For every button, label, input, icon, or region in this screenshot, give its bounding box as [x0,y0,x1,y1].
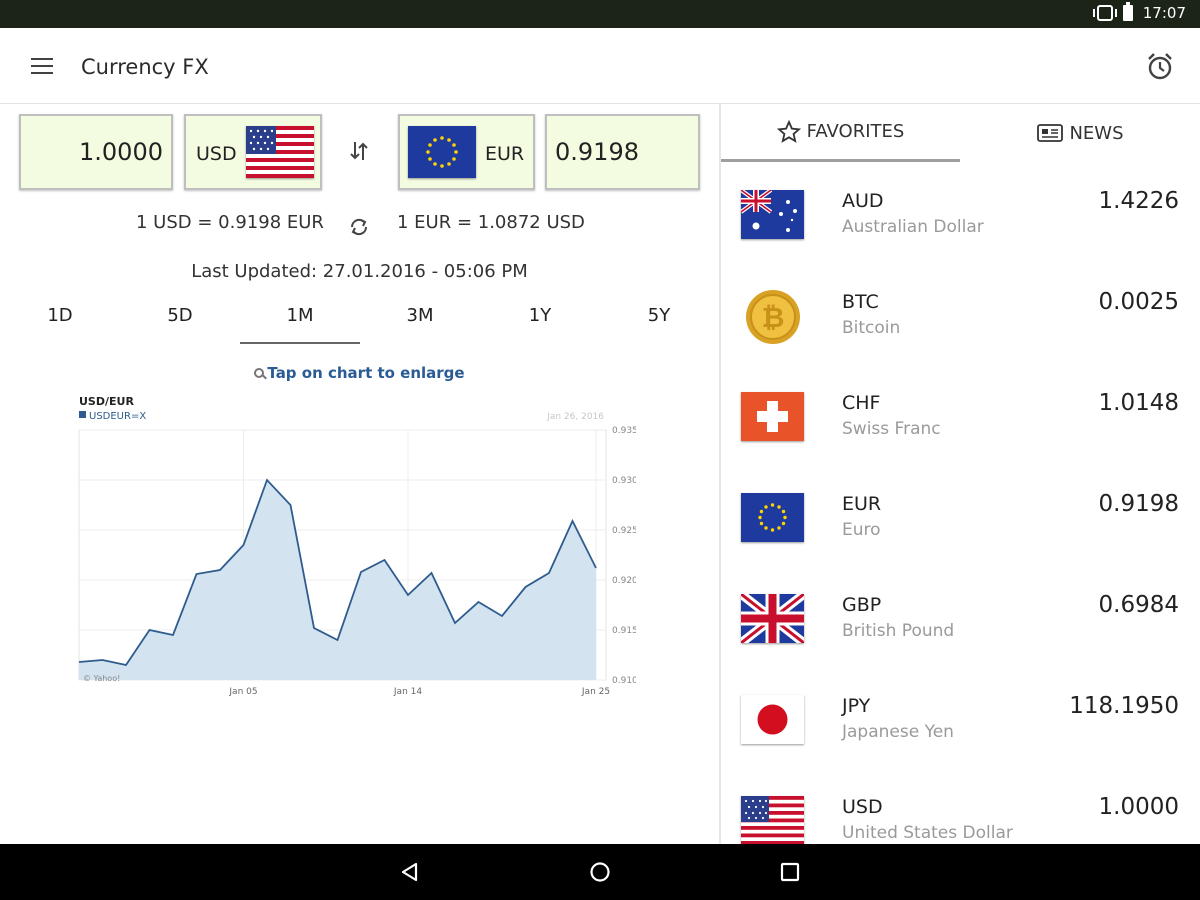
from-currency-code: USD [196,143,237,165]
x-axis-labels: Jan 05 Jan 14 Jan 25 [228,687,610,697]
favorite-value: 0.0025 [1098,289,1179,315]
favorite-row-usd[interactable]: USD United States Dollar 1.0000 [721,768,1200,844]
favorite-code: EUR [842,493,882,515]
usd-eur-chart[interactable]: USD/EUR USDEUR=X Jan 26, 2016 © Yahoo! 0… [76,390,636,710]
swap-icon[interactable] [349,140,369,162]
us-flag-icon [246,126,314,178]
favorite-row-btc[interactable]: ₿ BTC Bitcoin 0.0025 [721,263,1200,364]
favorite-name: Bitcoin [842,318,901,338]
status-bar: 17:07 [0,0,1200,28]
chart-title: USD/EUR [79,395,134,408]
favorite-name: British Pound [842,621,955,641]
favorite-code: JPY [842,695,871,717]
x-tick-label: Jan 14 [393,687,422,697]
favorite-value: 1.4226 [1098,188,1179,214]
converter-pane: 1.0000 USD EUR 0.9198 1 USD = 0.9198 EUR… [0,104,719,844]
favorite-value: 1.0000 [1098,794,1179,820]
battery-icon [1122,2,1133,21]
eu-flag-icon [741,493,804,542]
favorite-code: AUD [842,190,884,212]
back-icon[interactable] [398,860,422,884]
y-axis-labels: 0.935 0.930 0.925 0.920 0.915 0.910 [612,426,636,686]
alarm-icon[interactable] [1146,52,1174,82]
star-icon [776,119,801,143]
to-currency-code: EUR [485,143,525,165]
status-time: 17:07 [1142,4,1186,22]
y-tick-label: 0.920 [612,576,636,586]
japan-flag-icon [741,695,804,744]
y-tick-label: 0.930 [612,476,636,486]
to-amount-field[interactable]: 0.9198 [545,114,700,190]
chart-hint-text: Tap on chart to enlarge [267,364,465,382]
favorite-code: CHF [842,392,881,414]
chart-date-label: Jan 26, 2016 [546,412,604,422]
app-bar: Currency FX [0,28,1200,104]
tab-news[interactable]: NEWS [961,104,1200,162]
refresh-icon[interactable] [348,216,370,238]
vibrate-icon [1092,5,1117,21]
chart-watermark: © Yahoo! [83,674,120,683]
rate-forward: 1 USD = 0.9198 EUR [136,212,324,233]
rate-reverse: 1 EUR = 1.0872 USD [397,212,585,233]
legend-swatch [79,411,86,418]
tab-1m[interactable]: 1M [240,300,360,344]
tab-5y[interactable]: 5Y [599,300,719,344]
favorite-value: 0.6984 [1098,592,1179,618]
favorite-row-eur[interactable]: EUR Euro 0.9198 [721,465,1200,566]
favorite-row-jpy[interactable]: JPY Japanese Yen 118.1950 [721,667,1200,768]
x-tick-label: Jan 25 [581,687,610,697]
favorites-pane: FAVORITES NEWS AUD Australian Dollar 1.4… [721,104,1200,844]
to-amount-value: 0.9198 [555,138,639,166]
eu-flag-icon [408,126,476,178]
australia-flag-icon [741,190,804,239]
favorite-code: GBP [842,594,882,616]
navigation-bar [0,844,1200,900]
y-tick-label: 0.925 [612,526,636,536]
from-amount-field[interactable]: 1.0000 [19,114,173,190]
tab-5d[interactable]: 5D [120,300,240,344]
swiss-flag-icon [741,392,804,441]
chart-hint-link[interactable]: Tap on chart to enlarge [0,364,719,382]
from-currency-selector[interactable]: USD [184,114,322,190]
favorite-name: Swiss Franc [842,419,941,439]
y-tick-label: 0.915 [612,626,636,636]
tab-favorites[interactable]: FAVORITES [721,104,960,162]
to-currency-selector[interactable]: EUR [398,114,535,190]
favorite-name: Japanese Yen [842,722,954,742]
menu-icon[interactable] [31,58,53,74]
favorite-row-chf[interactable]: CHF Swiss Franc 1.0148 [721,364,1200,465]
x-tick-label: Jan 05 [228,687,257,697]
bitcoin-icon: ₿ [746,290,800,344]
uk-flag-icon [741,594,804,643]
tab-favorites-label: FAVORITES [806,121,905,142]
favorite-value: 118.1950 [1069,693,1179,719]
recents-icon[interactable] [778,860,802,884]
favorite-value: 0.9198 [1098,491,1179,517]
tab-3m[interactable]: 3M [360,300,480,344]
app-title: Currency FX [81,55,209,79]
favorite-name: Euro [842,520,881,540]
last-updated: Last Updated: 27.01.2016 - 05:06 PM [191,261,528,282]
news-icon [1037,124,1064,142]
legend-label: USDEUR=X [89,411,146,422]
favorite-code: BTC [842,291,879,313]
favorite-name: United States Dollar [842,823,1013,843]
tab-1d[interactable]: 1D [0,300,120,344]
svg-text:₿: ₿ [762,301,785,334]
favorite-name: Australian Dollar [842,217,984,237]
home-icon[interactable] [588,860,612,884]
tab-news-label: NEWS [1069,122,1124,144]
favorite-code: USD [842,796,883,818]
range-tabs: 1D 5D 1M 3M 1Y 5Y [0,300,719,344]
favorite-row-gbp[interactable]: GBP British Pound 0.6984 [721,566,1200,667]
y-tick-label: 0.910 [612,676,636,686]
favorite-value: 1.0148 [1098,390,1179,416]
from-amount-value: 1.0000 [79,138,163,166]
magnifier-icon [254,368,265,378]
favorite-row-aud[interactable]: AUD Australian Dollar 1.4226 [721,162,1200,263]
y-tick-label: 0.935 [612,426,636,436]
us-flag-icon [741,796,804,844]
tab-1y[interactable]: 1Y [480,300,600,344]
